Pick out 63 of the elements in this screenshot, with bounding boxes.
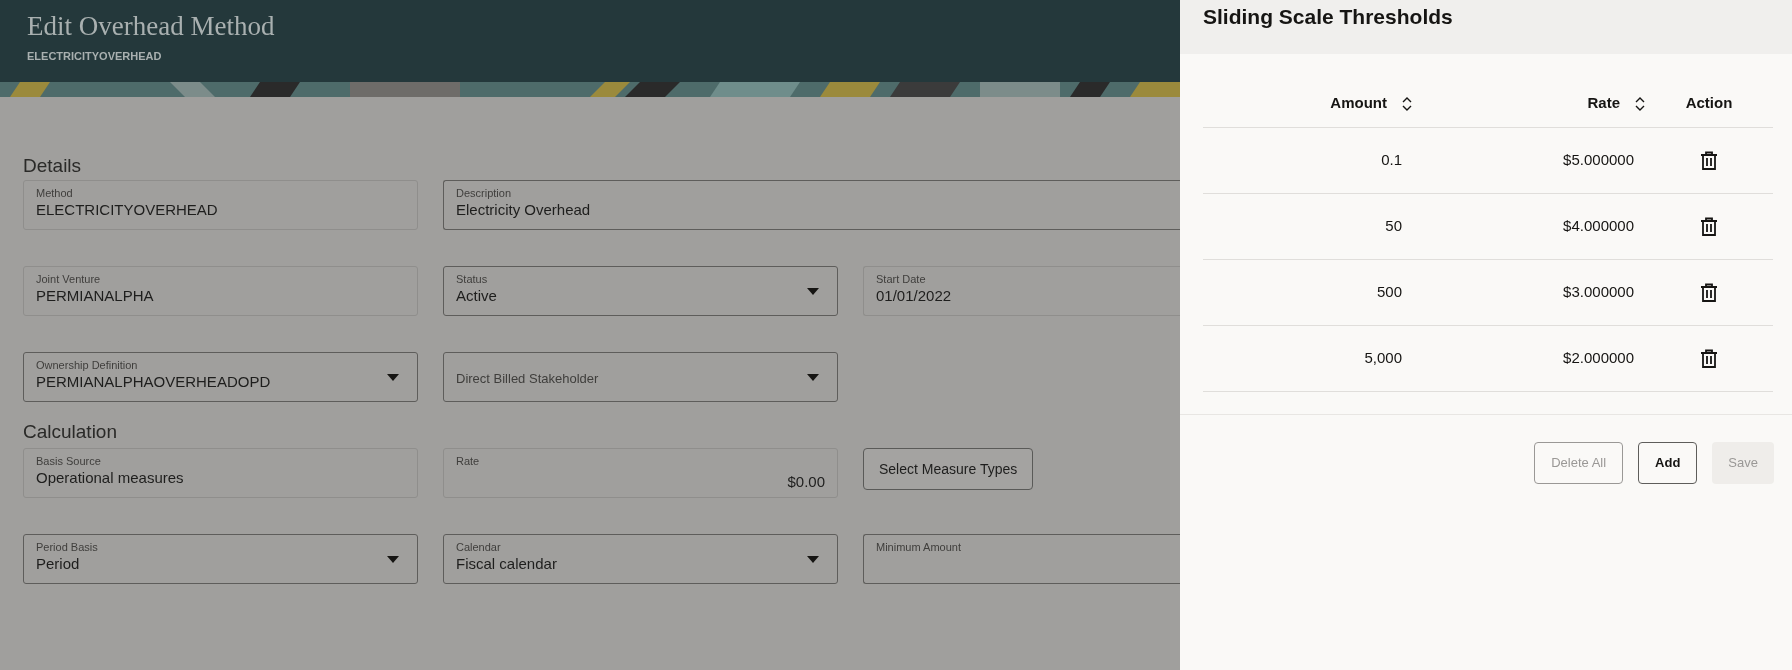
table-cell-text: 0.1 <box>1381 150 1402 171</box>
section-heading: Calculation <box>23 420 117 444</box>
field-label: Joint Venture <box>36 272 102 286</box>
column-header[interactable]: Amount <box>1330 92 1387 115</box>
dropdown-field[interactable]: Calendar Fiscal calendar <box>443 534 838 584</box>
input-field[interactable]: Start Date 01/01/2022 <box>863 266 1180 316</box>
field-label: Basis Source <box>36 454 102 468</box>
dropdown-field[interactable]: Ownership Definition PERMIANALPHAOVERHEADOPD <box>23 352 418 402</box>
field-value: $0.00 <box>786 472 825 492</box>
dropdown-field[interactable]: Status Active <box>443 266 838 316</box>
field-label: Method <box>36 186 74 200</box>
dropdown-caret-icon <box>807 374 819 381</box>
sort-icon[interactable] <box>1635 96 1645 111</box>
table-cell-text: $4.000000 <box>1563 216 1634 237</box>
field-placeholder: Direct Billed Stakeholder <box>456 370 599 388</box>
table-cell-text: $5.000000 <box>1563 150 1634 171</box>
field-label: Start Date <box>876 272 927 286</box>
field-label: Status <box>456 272 489 286</box>
field-value: 01/01/2022 <box>876 286 953 306</box>
dropdown-caret-icon <box>807 288 819 295</box>
table-cell-text: 50 <box>1385 216 1402 237</box>
dropdown-caret-icon <box>387 556 399 563</box>
table-cell-text: $3.000000 <box>1563 282 1634 303</box>
field-value: Fiscal calendar <box>456 554 558 574</box>
column-header[interactable]: Rate <box>1587 92 1620 115</box>
field-label: Ownership Definition <box>36 358 139 372</box>
table-cell-text: 500 <box>1376 282 1402 303</box>
page-subtitle: ELECTRICITYOVERHEAD <box>27 49 162 64</box>
table-cell-text: $2.000000 <box>1563 348 1634 369</box>
input-field[interactable]: Method ELECTRICITYOVERHEAD <box>23 180 418 230</box>
table-cell-text: 5,000 <box>1364 348 1402 369</box>
sort-icon[interactable] <box>1402 96 1412 111</box>
dropdown-caret-icon <box>387 374 399 381</box>
column-header: Action <box>1685 93 1733 114</box>
input-field[interactable]: Joint Venture PERMIANALPHA <box>23 266 418 316</box>
delete-icon[interactable] <box>1700 151 1718 170</box>
input-field[interactable]: Description Electricity Overhead <box>443 180 1180 230</box>
select-measure-types-button[interactable]: Select Measure Types <box>863 448 1034 490</box>
input-field[interactable]: Rate $0.00 <box>443 448 838 498</box>
input-field[interactable]: Minimum Amount <box>863 534 1180 584</box>
field-value: ELECTRICITYOVERHEAD <box>36 200 219 220</box>
field-value: PERMIANALPHAOVERHEADOPD <box>36 372 272 392</box>
field-label: Period Basis <box>36 540 99 554</box>
field-value: Active <box>456 286 498 306</box>
field-label: Minimum Amount <box>876 540 962 554</box>
dropdown-field[interactable]: Period Basis Period <box>23 534 418 584</box>
field-label: Calendar <box>456 540 502 554</box>
field-label: Description <box>456 186 513 200</box>
field-value: Electricity Overhead <box>456 200 592 220</box>
dropdown-caret-icon <box>807 556 819 563</box>
panel-title: Sliding Scale Thresholds <box>1203 5 1453 28</box>
field-value: PERMIANALPHA <box>36 286 155 306</box>
delete-icon[interactable] <box>1700 217 1718 236</box>
delete-icon[interactable] <box>1700 283 1718 302</box>
action-button[interactable]: Add <box>1638 442 1698 484</box>
input-field[interactable]: Basis Source Operational measures <box>23 448 418 498</box>
field-value: Period <box>36 554 81 574</box>
delete-icon[interactable] <box>1700 349 1718 368</box>
page-title: Edit Overhead Method <box>27 10 275 43</box>
field-label: Rate <box>456 454 481 468</box>
section-heading: Details <box>23 154 82 178</box>
field-value: Operational measures <box>36 468 185 488</box>
dropdown-field[interactable]: Direct Billed Stakeholder <box>443 352 838 402</box>
